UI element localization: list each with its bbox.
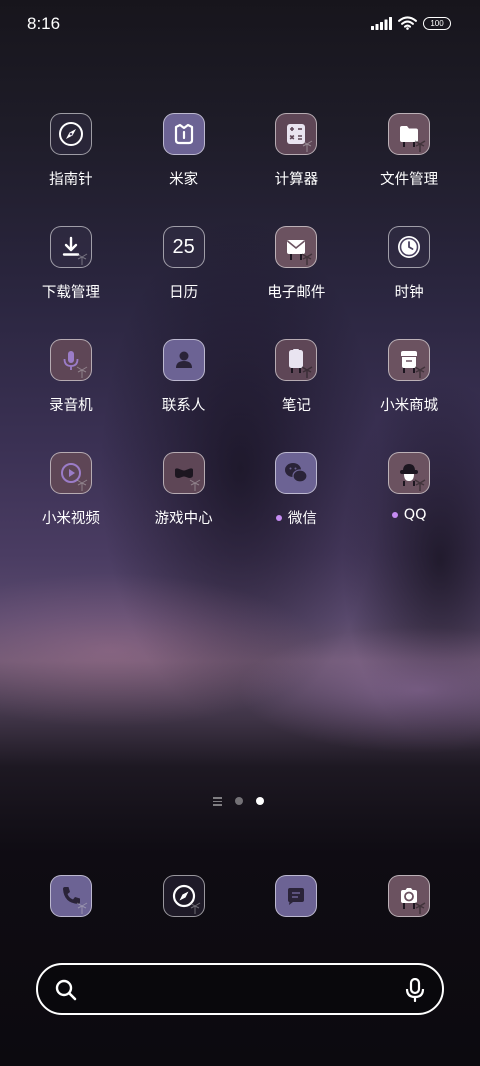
app-label-text: 联系人 — [161, 398, 206, 414]
notification-dot — [391, 512, 398, 518]
status-icons: 100 — [371, 16, 451, 30]
folder-icon[interactable] — [388, 113, 431, 155]
phone-icon[interactable] — [49, 875, 92, 917]
dock-browser[interactable] — [127, 875, 240, 917]
app-mi-store[interactable]: 小米商城 — [353, 339, 466, 452]
app-label-text: 下载管理 — [41, 285, 100, 301]
page-dot-2[interactable] — [256, 797, 264, 806]
dock-phone[interactable] — [15, 875, 128, 917]
battery-icon: 100 — [423, 16, 451, 30]
app-calendar[interactable]: 25 日历 — [127, 226, 240, 339]
app-label: 指南针 — [49, 168, 93, 189]
app-file-manager[interactable]: 文件管理 — [353, 113, 466, 226]
app-label-text: 文件管理 — [380, 172, 439, 188]
signal-icon — [371, 16, 392, 30]
app-label-text: 小米商城 — [380, 398, 439, 414]
notes-icon[interactable] — [275, 339, 318, 381]
game-mask-icon[interactable] — [162, 452, 205, 494]
app-label-text: QQ — [403, 507, 427, 523]
app-calculator[interactable]: 计算器 — [240, 113, 353, 226]
camera-icon[interactable] — [388, 875, 431, 917]
app-label: 电子邮件 — [267, 281, 325, 302]
app-label-text: 笔记 — [281, 398, 311, 414]
browser-compass-icon[interactable] — [162, 875, 205, 917]
app-mijia[interactable]: 米家 — [127, 113, 240, 226]
app-notes[interactable]: 笔记 — [240, 339, 353, 452]
app-label: QQ — [391, 507, 427, 523]
status-bar: 8:16 100 — [0, 0, 480, 50]
search-icon[interactable] — [55, 979, 77, 1001]
message-icon[interactable] — [275, 875, 318, 917]
app-label-text: 指南针 — [49, 172, 93, 188]
app-wechat[interactable]: 微信 — [240, 452, 353, 565]
app-label: 日历 — [169, 281, 198, 302]
app-label-text: 米家 — [169, 172, 199, 188]
app-label: 时钟 — [395, 281, 424, 302]
compass-icon[interactable] — [49, 113, 92, 155]
app-label: 小米商城 — [380, 394, 438, 415]
app-label: 微信 — [275, 507, 317, 528]
app-label: 小米视频 — [42, 507, 100, 528]
calculator-icon[interactable] — [275, 113, 318, 155]
app-label-text: 小米视频 — [41, 511, 100, 527]
app-label-text: 录音机 — [49, 398, 93, 414]
clock-icon[interactable] — [388, 226, 431, 268]
app-label-text: 微信 — [287, 511, 317, 527]
list-view-icon[interactable] — [213, 797, 222, 806]
app-download-manager[interactable]: 下载管理 — [15, 226, 128, 339]
calendar-icon[interactable]: 25 — [162, 226, 205, 268]
contact-icon[interactable] — [162, 339, 205, 381]
app-label: 游戏中心 — [155, 507, 213, 528]
search-bar[interactable] — [36, 963, 444, 1015]
mijia-icon[interactable] — [162, 113, 205, 155]
wifi-icon — [398, 16, 417, 30]
download-icon[interactable] — [49, 226, 92, 268]
status-time: 8:16 — [27, 14, 61, 33]
dock — [15, 875, 466, 917]
notification-dot — [275, 514, 282, 521]
app-label: 联系人 — [162, 394, 206, 415]
wechat-icon[interactable] — [275, 452, 318, 494]
microphone-icon[interactable] — [405, 978, 425, 1002]
qq-penguin-icon[interactable] — [388, 452, 431, 494]
search-input[interactable] — [90, 977, 390, 1003]
app-mi-video[interactable]: 小米视频 — [15, 452, 128, 565]
app-label: 录音机 — [49, 394, 93, 415]
app-label: 笔记 — [282, 394, 311, 415]
app-qq[interactable]: QQ — [353, 452, 466, 565]
app-label-text: 计算器 — [274, 172, 319, 188]
app-grid: 指南针 米家 计算器 文件管理 下载管理 25 日历 电子邮件 时钟 录音机 联… — [15, 113, 466, 565]
page-indicator[interactable] — [213, 797, 264, 806]
app-contacts[interactable]: 联系人 — [127, 339, 240, 452]
app-clock[interactable]: 时钟 — [353, 226, 466, 339]
app-label: 计算器 — [275, 168, 319, 189]
store-icon[interactable] — [388, 339, 431, 381]
app-label: 下载管理 — [42, 281, 100, 302]
app-label-text: 日历 — [169, 285, 199, 301]
app-label: 米家 — [169, 168, 198, 189]
dock-camera[interactable] — [353, 875, 466, 917]
app-label-text: 游戏中心 — [154, 511, 213, 527]
app-email[interactable]: 电子邮件 — [240, 226, 353, 339]
app-game-center[interactable]: 游戏中心 — [127, 452, 240, 565]
app-label: 文件管理 — [380, 168, 438, 189]
app-label-text: 时钟 — [394, 285, 424, 301]
app-label-text: 电子邮件 — [267, 285, 326, 301]
calendar-date: 25 — [172, 235, 195, 258]
page-dot-1[interactable] — [235, 797, 243, 806]
microphone-icon[interactable] — [49, 339, 92, 381]
video-play-icon[interactable] — [49, 452, 92, 494]
app-compass[interactable]: 指南针 — [15, 113, 128, 226]
mail-icon[interactable] — [275, 226, 318, 268]
app-recorder[interactable]: 录音机 — [15, 339, 128, 452]
dock-messages[interactable] — [240, 875, 353, 917]
